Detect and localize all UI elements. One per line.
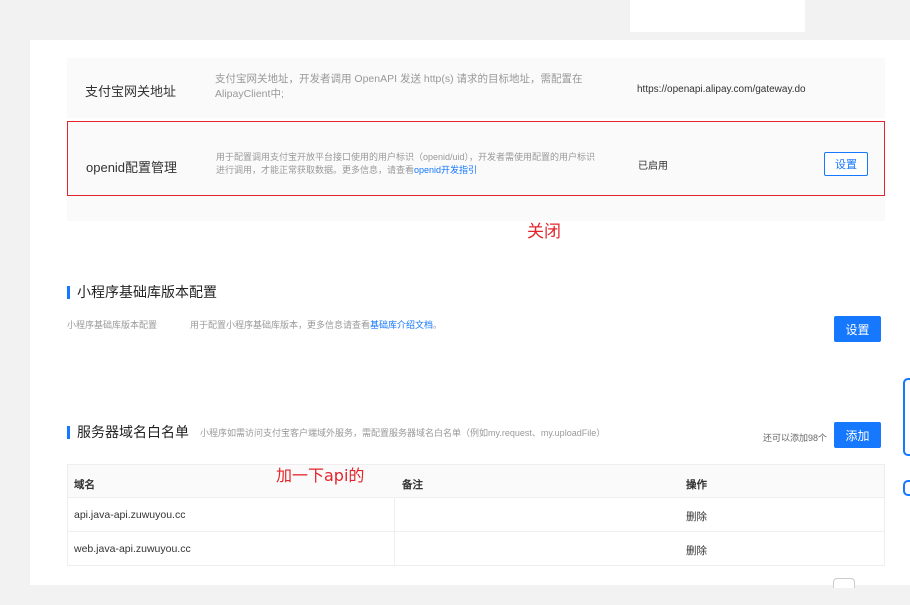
table-row: web.java-api.zuwuyou.cc 删除 <box>67 532 885 566</box>
openid-row: openid配置管理 用于配置调用支付宝开放平台接口使用的用户标识（openid… <box>67 121 885 196</box>
column-header-action: 操作 <box>686 479 707 491</box>
table-header: 域名 备注 操作 <box>67 464 885 498</box>
whitelist-section-title-text: 服务器域名白名单 <box>77 424 189 440</box>
whitelist-remaining: 还可以添加98个 <box>763 433 828 443</box>
openid-row-padding <box>67 196 885 221</box>
openid-settings-button[interactable]: 设置 <box>824 152 868 176</box>
gateway-row: 支付宝网关地址 支付宝网关地址，开发者调用 OpenAPI 发送 http(s)… <box>67 58 885 118</box>
lib-settings-button[interactable]: 设置 <box>834 316 881 342</box>
gateway-desc: 支付宝网关地址，开发者调用 OpenAPI 发送 http(s) 请求的目标地址… <box>215 73 583 100</box>
row-domain: web.java-api.zuwuyou.cc <box>74 543 191 555</box>
top-bar <box>0 0 910 40</box>
top-bar-box <box>630 0 805 32</box>
column-header-note: 备注 <box>402 479 423 491</box>
whitelist-add-button[interactable]: 添加 <box>834 422 881 448</box>
openid-desc-text: 用于配置调用支付宝开放平台接口使用的用户标识（openid/uid），开发者需使… <box>216 152 596 175</box>
gateway-name: 支付宝网关地址 <box>85 84 177 99</box>
lib-doc-link[interactable]: 基础库介绍文档 <box>370 320 433 330</box>
lib-item-desc-text: 用于配置小程序基础库版本，更多信息请查看 <box>190 320 371 330</box>
row-domain: api.java-api.zuwuyou.cc <box>74 509 186 521</box>
section-marker <box>67 425 70 439</box>
section-marker <box>67 285 70 299</box>
scroll-top-handle[interactable] <box>833 578 855 588</box>
lib-item-desc: 用于配置小程序基础库版本，更多信息请查看基础库介绍文档。 <box>190 318 442 331</box>
gateway-value: https://openapi.alipay.com/gateway.do <box>637 84 806 95</box>
whitelist-section-title: 服务器域名白名单 <box>67 422 189 442</box>
lib-item-name: 小程序基础库版本配置 <box>67 320 158 330</box>
column-header-domain: 域名 <box>74 479 95 491</box>
side-tab-handle[interactable] <box>903 378 910 456</box>
openid-status: 已启用 <box>638 161 668 172</box>
lib-section-title-text: 小程序基础库版本配置 <box>77 284 217 300</box>
whitelist-subtitle: 小程序如需访问支付宝客户端域外服务，需配置服务器域名白名单（例如my.reque… <box>200 428 606 438</box>
openid-guide-link[interactable]: openid开发指引 <box>414 165 477 175</box>
side-tab-handle-small[interactable] <box>903 480 910 496</box>
openid-name: openid配置管理 <box>86 160 178 175</box>
column-divider <box>394 532 395 565</box>
column-divider <box>394 498 395 531</box>
lib-item-desc-end: 。 <box>433 320 443 330</box>
table-row: api.java-api.zuwuyou.cc 删除 <box>67 498 885 532</box>
row-delete-link[interactable]: 删除 <box>686 543 707 558</box>
openid-desc: 用于配置调用支付宝开放平台接口使用的用户标识（openid/uid），开发者需使… <box>216 151 601 177</box>
annotation-add-api: 加一下api的 <box>276 466 365 485</box>
whitelist-table: 域名 备注 操作 api.java-api.zuwuyou.cc 删除 web.… <box>67 464 885 566</box>
row-delete-link[interactable]: 删除 <box>686 509 707 524</box>
annotation-close: 关闭 <box>527 222 561 242</box>
lib-section-title: 小程序基础库版本配置 <box>67 282 217 302</box>
